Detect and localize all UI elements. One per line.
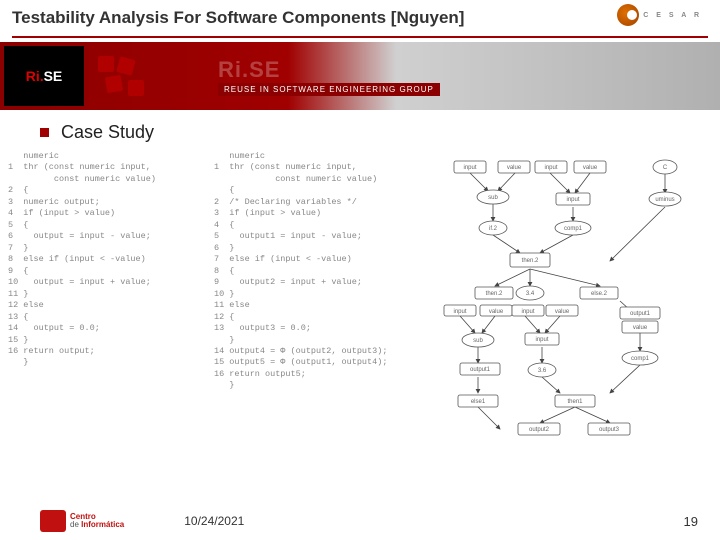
rise-faded-text: Ri.SE xyxy=(218,57,720,83)
cesar-icon xyxy=(617,4,639,26)
svg-text:sub: sub xyxy=(473,338,483,344)
rise-logo-box: Ri.SE xyxy=(4,46,84,106)
svg-text:input: input xyxy=(535,337,548,343)
footer-logo: Centrode Informática xyxy=(40,510,124,532)
svg-text:if.2: if.2 xyxy=(489,226,498,232)
svg-text:then.2: then.2 xyxy=(486,291,503,297)
svg-text:sub: sub xyxy=(488,195,498,201)
svg-text:comp1: comp1 xyxy=(631,356,650,362)
svg-text:C: C xyxy=(663,165,668,171)
flow-diagram: input value input value C sub input umin… xyxy=(440,151,710,451)
puzzle-icon xyxy=(88,46,178,106)
title-underline xyxy=(12,36,708,38)
svg-text:then1: then1 xyxy=(567,399,583,405)
banner: Ri.SE Ri.SE REUSE IN SOFTWARE ENGINEERIN… xyxy=(0,42,720,110)
svg-text:output1: output1 xyxy=(470,367,491,373)
svg-text:value: value xyxy=(633,325,648,331)
svg-text:input: input xyxy=(453,309,466,315)
page-number: 19 xyxy=(684,514,698,529)
slide-title: Testability Analysis For Software Compon… xyxy=(12,8,708,28)
svg-text:input: input xyxy=(566,197,579,203)
svg-text:value: value xyxy=(489,309,504,315)
svg-text:input: input xyxy=(521,309,534,315)
footer-logo-text: Centrode Informática xyxy=(70,513,124,529)
code-listing-1: numeric 1 thr (const numeric input, cons… xyxy=(8,151,208,451)
svg-text:output2: output2 xyxy=(529,427,550,433)
svg-text:output1: output1 xyxy=(630,311,651,317)
code-listing-2: numeric 1 thr (const numeric input, cons… xyxy=(214,151,434,451)
section-title: Case Study xyxy=(61,122,154,143)
svg-text:comp1: comp1 xyxy=(564,226,583,232)
svg-text:else1: else1 xyxy=(471,399,486,405)
footer: Centrode Informática 10/24/2021 19 xyxy=(0,510,720,532)
svg-text:3.6: 3.6 xyxy=(538,368,547,374)
svg-text:else.2: else.2 xyxy=(591,291,608,297)
cesar-logo: C E S A R xyxy=(617,4,702,26)
svg-text:uminus: uminus xyxy=(655,197,674,203)
cesar-text: C E S A R xyxy=(643,12,702,19)
svg-text:then.2: then.2 xyxy=(522,258,539,264)
footer-puzzle-icon xyxy=(40,510,66,532)
svg-text:input: input xyxy=(463,165,476,171)
svg-text:value: value xyxy=(507,165,522,171)
rise-logo-text: Ri.SE xyxy=(26,68,63,84)
bullet-icon xyxy=(40,128,49,137)
svg-text:3.4: 3.4 xyxy=(526,291,535,297)
content-area: numeric 1 thr (const numeric input, cons… xyxy=(0,151,720,451)
svg-text:value: value xyxy=(555,309,570,315)
svg-text:output3: output3 xyxy=(599,427,620,433)
svg-text:value: value xyxy=(583,165,598,171)
banner-subtitle: REUSE IN SOFTWARE ENGINEERING GROUP xyxy=(218,83,440,96)
svg-text:input: input xyxy=(544,165,557,171)
slide-date: 10/24/2021 xyxy=(184,514,244,528)
